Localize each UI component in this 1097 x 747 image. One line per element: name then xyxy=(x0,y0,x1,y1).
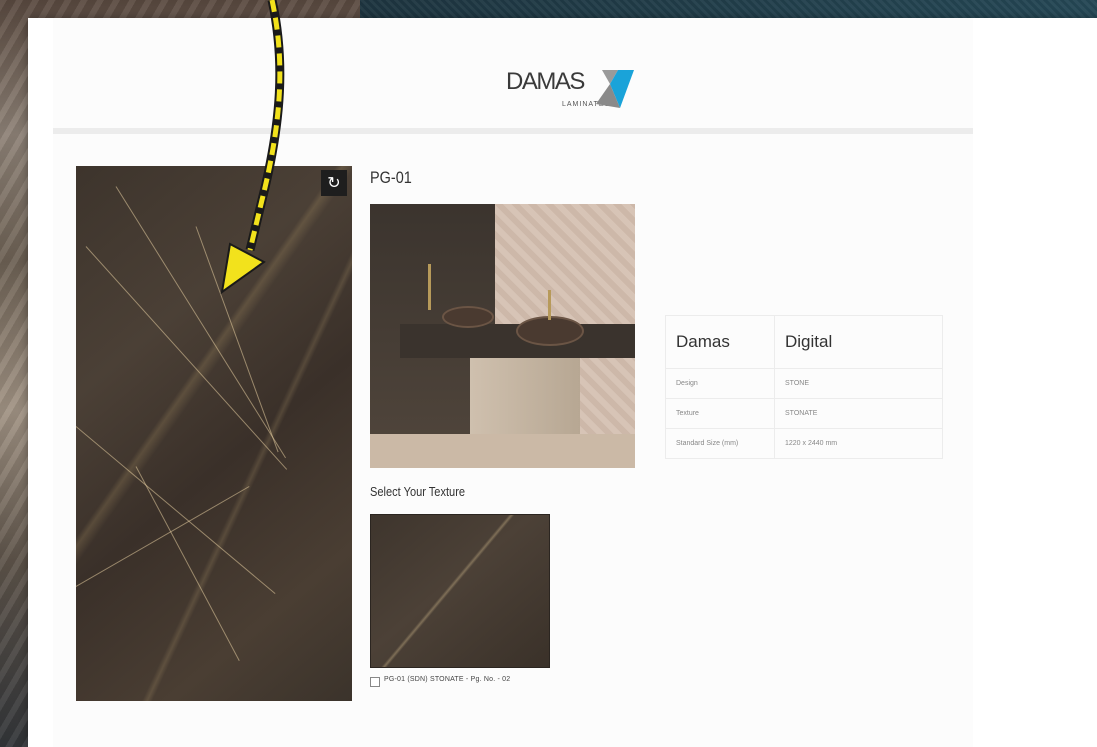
header-divider xyxy=(53,128,973,134)
texture-option-thumbnail[interactable] xyxy=(370,514,550,668)
spec-table-header: Damas Digital xyxy=(665,315,943,369)
spec-row: Texture STONATE xyxy=(665,398,943,429)
spec-row: Standard Size (mm) 1220 x 2440 mm xyxy=(665,428,943,459)
room-preview-image xyxy=(370,204,635,468)
spec-label: Standard Size (mm) xyxy=(665,428,775,459)
product-window: DAMAS LAMINATES ↻ PG-01 Select Your Text… xyxy=(28,18,1097,747)
product-code-title: PG-01 xyxy=(370,168,412,187)
spec-table: Damas Digital Design STONE Texture STONA… xyxy=(665,315,943,459)
spec-value: 1220 x 2440 mm xyxy=(774,428,943,459)
rotate-icon[interactable]: ↻ xyxy=(321,170,347,196)
logo-wordmark: DAMAS xyxy=(506,68,585,95)
spec-header-brand: Damas xyxy=(665,315,775,369)
texture-option-checkbox[interactable] xyxy=(370,677,380,687)
texture-option-caption: PG-01 (SDN) STONATE - Pg. No. - 02 xyxy=(384,676,511,683)
spec-value: STONE xyxy=(774,368,943,399)
spec-header-category: Digital xyxy=(774,315,943,369)
spec-label: Design xyxy=(665,368,775,399)
spec-value: STONATE xyxy=(774,398,943,429)
spec-label: Texture xyxy=(665,398,775,429)
select-texture-label: Select Your Texture xyxy=(370,484,466,499)
spec-row: Design STONE xyxy=(665,368,943,399)
logo-triangle-icon xyxy=(596,70,634,108)
texture-preview-large xyxy=(76,166,352,701)
damas-logo: DAMAS LAMINATES xyxy=(506,46,666,116)
